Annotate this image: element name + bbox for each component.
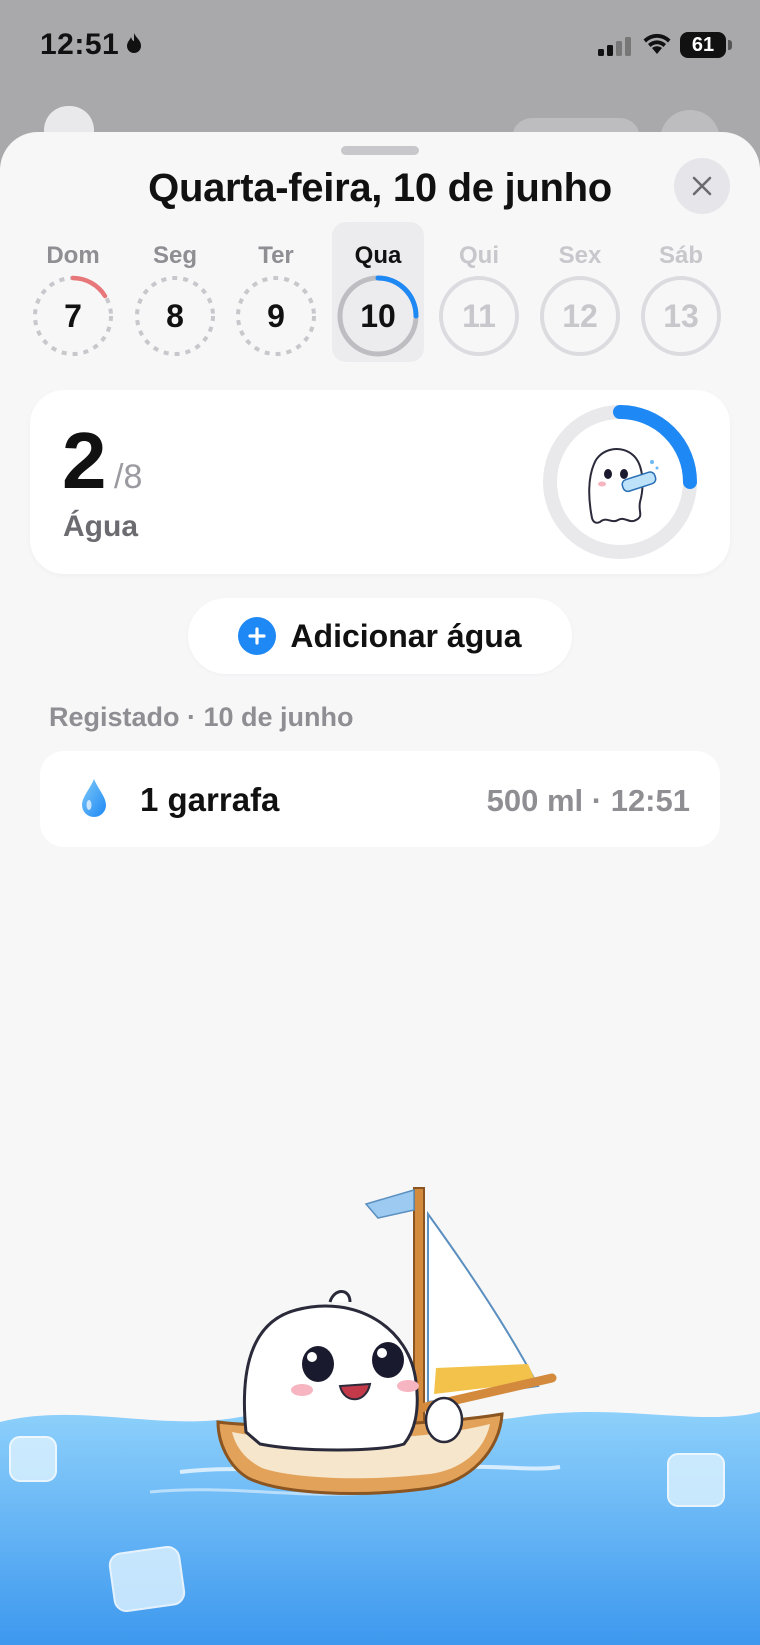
plus-circle-icon (238, 617, 277, 655)
signal-icon (598, 37, 631, 56)
add-water-label: Adicionar água (290, 617, 522, 654)
battery-indicator: 61 (680, 32, 726, 58)
add-water-button[interactable]: Adicionar água (188, 598, 572, 674)
day-number: 12 (562, 298, 598, 334)
sheet-grabber[interactable] (341, 146, 419, 155)
day-friday[interactable]: Sex 12 (534, 228, 626, 368)
water-drop-icon (82, 779, 106, 817)
day-name: Sex (558, 242, 602, 269)
water-count: 2 (62, 416, 107, 505)
close-icon (692, 176, 712, 196)
day-number: 8 (166, 298, 184, 334)
day-name: Dom (46, 242, 100, 269)
day-name: Sáb (658, 242, 703, 269)
sheet-title: Quarta-feira, 10 de junho (148, 166, 612, 210)
log-entry[interactable]: 1 garrafa 500 ml · 12:51 (40, 751, 720, 847)
day-number: 7 (64, 298, 82, 334)
week-day-selector: Dom 7 Seg 8 Ter 9 Qua 10 Qui 11 Sex 12 S… (27, 222, 733, 368)
day-monday[interactable]: Seg 8 (129, 228, 221, 368)
day-wednesday[interactable]: Qua 10 (332, 222, 424, 362)
status-time: 12:51 (40, 28, 120, 61)
log-entry-name: 1 garrafa (140, 781, 280, 818)
water-log-sheet: Quarta-feira, 10 de junho Dom 7 Seg 8 Te… (0, 132, 760, 1645)
flame-icon (127, 33, 141, 53)
log-entry-meta: 500 ml · 12:51 (486, 783, 690, 818)
ghost-mascot-icon (588, 448, 659, 524)
day-name: Qui (459, 242, 499, 269)
log-section-title: Registado · 10 de junho (49, 702, 354, 732)
day-tuesday[interactable]: Ter 9 (230, 228, 322, 368)
day-name: Qua (354, 242, 402, 269)
day-sunday[interactable]: Dom 7 (27, 228, 119, 368)
water-goal: /8 (114, 458, 143, 496)
day-number: 10 (360, 298, 396, 334)
status-bar: 12:51 61 (0, 0, 760, 92)
day-name: Seg (152, 242, 197, 269)
day-saturday[interactable]: Sáb 13 (635, 228, 727, 368)
close-button[interactable] (674, 158, 730, 214)
wifi-icon (643, 33, 671, 54)
battery-tip (728, 40, 732, 50)
day-number: 13 (663, 298, 699, 334)
water-label: Água (63, 510, 138, 543)
ghost-boat-illustration (0, 1187, 760, 1645)
water-progress-card: 2 /8 Água (30, 390, 730, 574)
day-number: 9 (267, 298, 285, 334)
day-thursday[interactable]: Qui 11 (433, 228, 525, 368)
day-number: 11 (462, 298, 496, 334)
day-name: Ter (258, 242, 294, 269)
